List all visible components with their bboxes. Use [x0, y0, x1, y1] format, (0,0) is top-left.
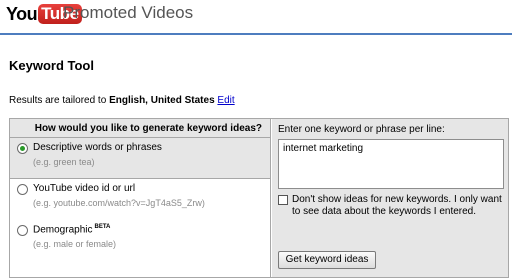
only-my-keywords-checkbox[interactable] — [278, 195, 288, 205]
logo-you-text: You — [6, 3, 38, 24]
tailored-notice: Results are tailored to English, United … — [9, 95, 235, 106]
radio-youtube-video[interactable] — [17, 184, 28, 195]
option-hint: (e.g. green tea) — [33, 157, 95, 167]
beta-badge: BETA — [94, 224, 111, 230]
tailored-prefix: Results are tailored to — [9, 95, 110, 106]
option-demographic[interactable]: Demographic BETA (e.g. male or female) — [10, 220, 270, 277]
header-divider — [0, 33, 512, 35]
option-label: YouTube video id or url — [33, 183, 136, 194]
option-hint: (e.g. youtube.com/watch?v=JgT4aS5_Zrw) — [33, 198, 205, 208]
radio-descriptive-words[interactable] — [17, 143, 28, 154]
page-header-title: Promoted Videos — [63, 3, 194, 22]
keywords-textarea[interactable]: internet marketing — [278, 139, 504, 189]
option-hint: (e.g. male or female) — [33, 239, 117, 249]
option-label-text: Demographic — [33, 224, 93, 236]
keyword-entry-label: Enter one keyword or phrase per line: — [278, 124, 445, 135]
get-keyword-ideas-button[interactable]: Get keyword ideas — [278, 251, 376, 269]
idea-source-column: How would you like to generate keyword i… — [10, 119, 271, 277]
option-label: Demographic BETA — [33, 224, 110, 235]
only-my-keywords-label: Don't show ideas for new keywords. I onl… — [292, 194, 502, 217]
option-youtube-video[interactable]: YouTube video id or url (e.g. youtube.co… — [10, 179, 270, 220]
edit-locale-link[interactable]: Edit — [217, 95, 234, 106]
page-title: Keyword Tool — [9, 58, 94, 73]
header: You Tube Promoted Videos — [0, 0, 512, 33]
keyword-entry-column: Enter one keyword or phrase per line: in… — [272, 119, 508, 277]
option-descriptive-words[interactable]: Descriptive words or phrases (e.g. green… — [10, 138, 270, 179]
tailored-locale: English, United States — [109, 95, 215, 106]
idea-source-question: How would you like to generate keyword i… — [10, 119, 270, 138]
keyword-ideas-panel: How would you like to generate keyword i… — [9, 118, 509, 278]
radio-demographic[interactable] — [17, 225, 28, 236]
option-label: Descriptive words or phrases — [33, 142, 162, 153]
